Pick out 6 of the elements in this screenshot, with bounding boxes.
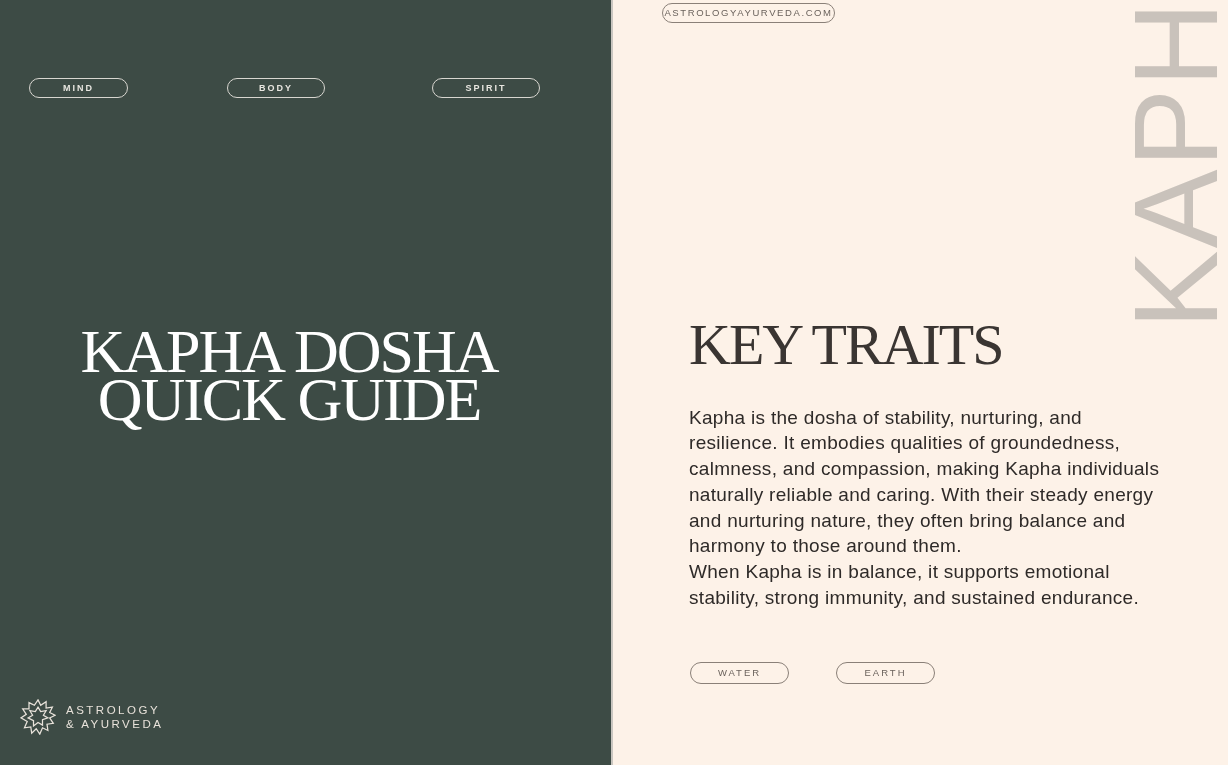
section-heading: KEY TRAITS xyxy=(689,314,1004,375)
sun-logo-icon xyxy=(20,699,56,735)
logo-text: ASTROLOGY xyxy=(66,703,162,717)
body-paragraph: Kapha is the dosha of stability, nurturing, and resilience. It embodies qualities of groundedness, calmness, and compassion, making Kapha individuals naturally reliable and caring. With their steady energy and nurturing nature, they often bring balance and harmony to those around them. xyxy=(689,405,1161,559)
logo-text: & AYURVEDA xyxy=(66,717,164,731)
body-paragraph: When Kapha is in balance, it supports emotional stability, strong immunity, and sustained endurance. xyxy=(689,560,1140,611)
